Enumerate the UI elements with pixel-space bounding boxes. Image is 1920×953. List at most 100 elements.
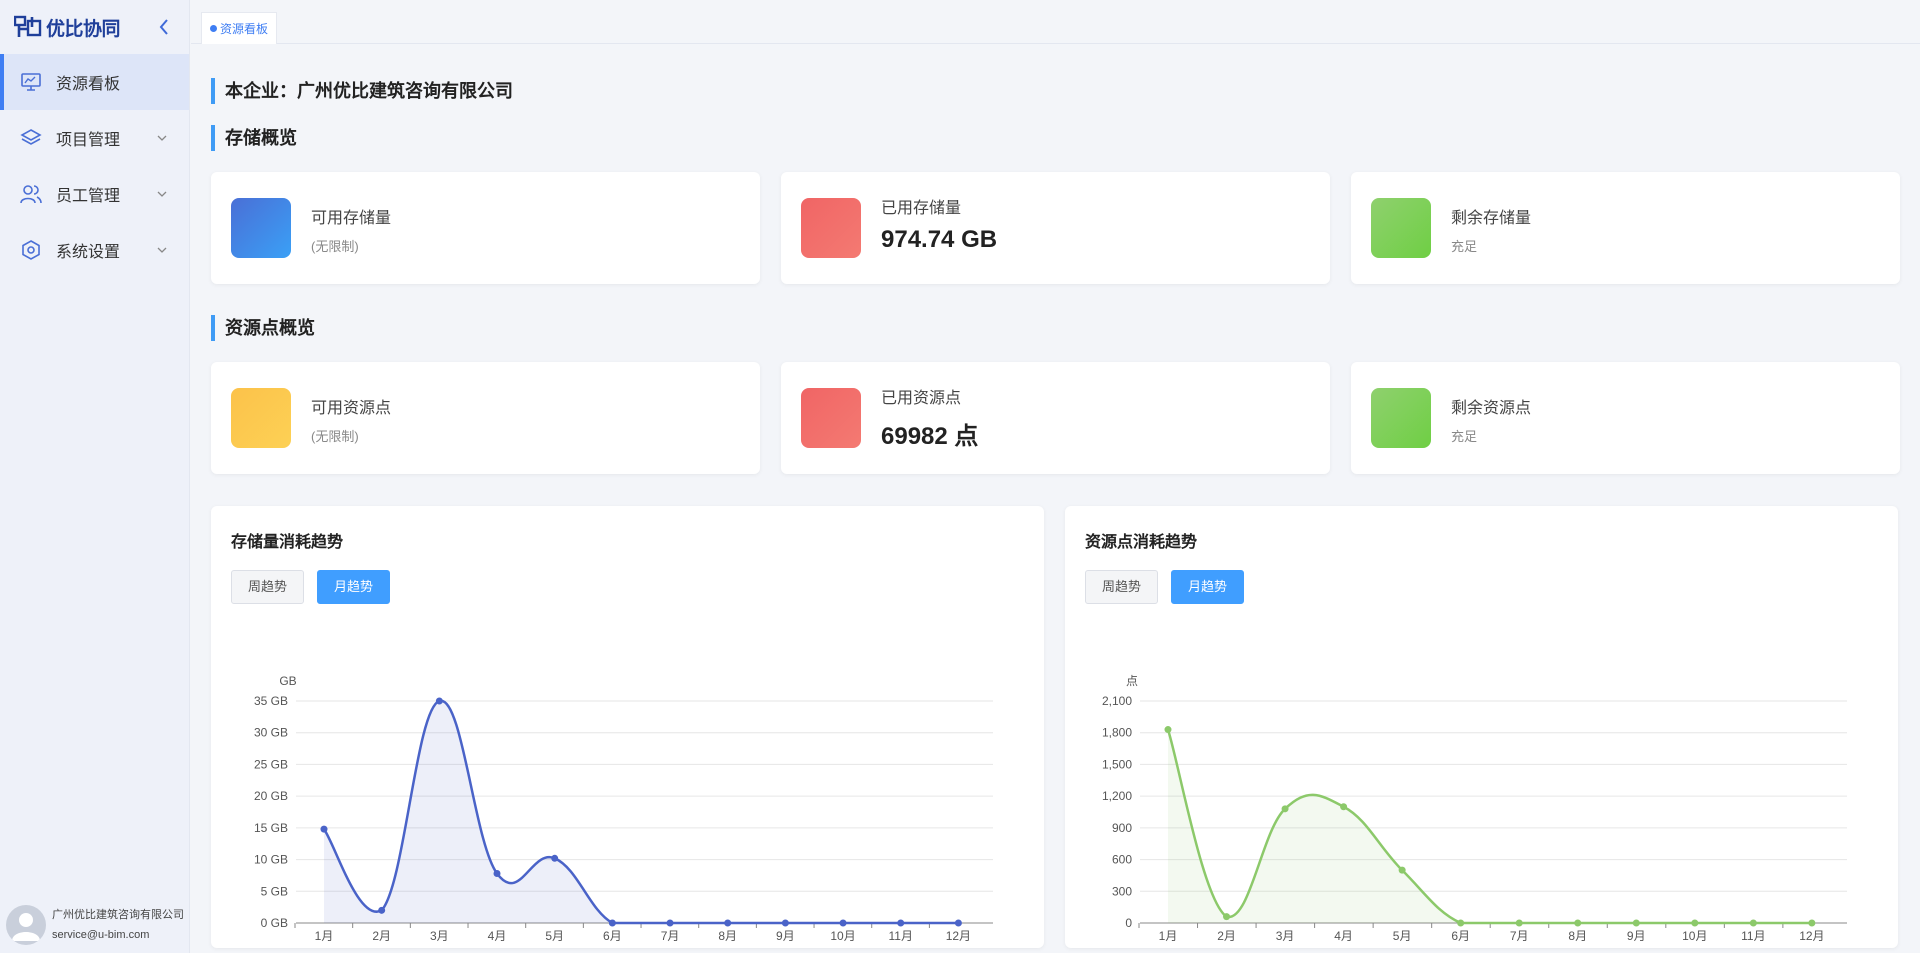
y-tick-label: 20 GB bbox=[254, 789, 288, 803]
available-resource-card: 可用资源点 (无限制) bbox=[211, 362, 760, 474]
user-info: 广州优比建筑咨询有限公司 service@u-bim.com bbox=[52, 905, 184, 945]
y-tick-label: 600 bbox=[1112, 853, 1132, 867]
card-sub: (无限制) bbox=[311, 239, 359, 254]
data-point[interactable] bbox=[1164, 726, 1172, 734]
y-tick-label: 25 GB bbox=[254, 757, 288, 771]
x-tick-label: 5月 bbox=[545, 929, 564, 943]
sidebar-item-resource-board[interactable]: 资源看板 bbox=[0, 54, 189, 110]
chart-title: 资源点消耗趋势 bbox=[1085, 534, 1198, 551]
y-tick-label: 5 GB bbox=[261, 884, 288, 898]
card-label: 可用资源点 bbox=[311, 400, 392, 417]
data-point[interactable] bbox=[1398, 866, 1406, 874]
resource-remaining-icon bbox=[1371, 388, 1431, 448]
data-point[interactable] bbox=[1691, 919, 1699, 927]
user-email: service@u-bim.com bbox=[52, 929, 150, 941]
sidebar-item-label: 系统设置 bbox=[56, 244, 121, 261]
data-point[interactable] bbox=[897, 919, 905, 927]
storage-trend-chart: GB 0 GB 5 GB 10 GB 15 GB 20 GB 25 GB 30 GB 35 GB… bbox=[254, 674, 993, 943]
logo-mark-icon bbox=[14, 15, 42, 37]
card-value: 69982 点 bbox=[881, 423, 979, 450]
x-tick-label: 11月 bbox=[888, 929, 912, 943]
resource-trend-card: 资源点消耗趋势 周趋势 月趋势 点 0 300 600 900 1,200 1,500 1,8… bbox=[1065, 506, 1898, 948]
week-trend-button[interactable]: 周趋势 bbox=[231, 570, 305, 604]
week-trend-button[interactable]: 周趋势 bbox=[1085, 570, 1159, 604]
sidebar-item-system-settings[interactable]: 系统设置 bbox=[0, 222, 189, 278]
month-trend-button[interactable]: 月趋势 bbox=[1171, 570, 1245, 604]
data-point[interactable] bbox=[1457, 919, 1465, 927]
card-value: 974.74 GB bbox=[881, 226, 998, 253]
data-point[interactable] bbox=[493, 870, 501, 878]
y-tick-label: 2,100 bbox=[1102, 694, 1132, 708]
data-point[interactable] bbox=[320, 825, 328, 833]
resource-available-icon bbox=[231, 388, 291, 448]
data-point[interactable] bbox=[1808, 919, 1816, 927]
available-storage-card: 可用存储量 (无限制) bbox=[211, 172, 760, 284]
sidebar-item-project-management[interactable]: 项目管理 bbox=[0, 110, 189, 166]
sidebar-item-staff-management[interactable]: 员工管理 bbox=[0, 166, 189, 222]
layers-icon bbox=[20, 127, 42, 149]
data-point[interactable] bbox=[954, 919, 962, 927]
data-point[interactable] bbox=[435, 697, 443, 705]
used-resource-card: 已用资源点 69982 点 bbox=[781, 362, 1330, 474]
data-point[interactable] bbox=[1340, 803, 1348, 811]
data-point[interactable] bbox=[1749, 919, 1757, 927]
x-tick-label: 2月 bbox=[372, 929, 391, 943]
x-tick-label: 12月 bbox=[946, 929, 971, 943]
x-tick-label: 1月 bbox=[1159, 929, 1178, 943]
data-point[interactable] bbox=[551, 854, 559, 862]
x-tick-label: 12月 bbox=[1799, 929, 1824, 943]
y-tick-label: 1,500 bbox=[1102, 757, 1132, 771]
data-point[interactable] bbox=[1223, 913, 1231, 921]
user-block[interactable]: 广州优比建筑咨询有限公司 service@u-bim.com bbox=[0, 897, 190, 953]
y-tick-label: 10 GB bbox=[254, 853, 288, 867]
data-point[interactable] bbox=[1632, 919, 1640, 927]
y-tick-label: 0 GB bbox=[261, 916, 288, 930]
data-point[interactable] bbox=[839, 919, 847, 927]
chart-title: 存储量消耗趋势 bbox=[231, 534, 344, 551]
data-point[interactable] bbox=[1281, 805, 1289, 813]
sidebar-item-label: 资源看板 bbox=[56, 76, 121, 93]
x-tick-label: 4月 bbox=[1334, 929, 1353, 943]
enterprise-title: 本企业：广州优比建筑咨询有限公司 bbox=[211, 78, 513, 104]
x-tick-label: 10月 bbox=[830, 929, 855, 943]
x-tick-label: 9月 bbox=[1627, 929, 1646, 943]
series-area bbox=[1168, 729, 1812, 923]
y-tick-label: 0 bbox=[1125, 916, 1132, 930]
resource-used-icon bbox=[801, 388, 861, 448]
settings-hexagon-icon bbox=[20, 239, 42, 261]
tab-label: 资源看板 bbox=[220, 22, 269, 36]
remaining-resource-card: 剩余资源点 充足 bbox=[1351, 362, 1900, 474]
collapse-sidebar-icon[interactable] bbox=[156, 17, 172, 37]
x-tick-label: 7月 bbox=[1510, 929, 1529, 943]
data-point[interactable] bbox=[1574, 919, 1582, 927]
x-tick-label: 8月 bbox=[1568, 929, 1587, 943]
series-area bbox=[324, 700, 959, 923]
y-tick-label: 35 GB bbox=[254, 694, 288, 708]
data-point[interactable] bbox=[666, 919, 674, 927]
data-point[interactable] bbox=[724, 919, 732, 927]
resource-trend-chart: 点 0 300 600 900 1,200 1,500 1,800 2,100 1月 2月 3月 4月 5… bbox=[1102, 674, 1847, 943]
storage-available-icon bbox=[231, 198, 291, 258]
y-unit-label: GB bbox=[279, 674, 296, 688]
data-point[interactable] bbox=[1515, 919, 1523, 927]
logo-text: 优比协同 bbox=[46, 18, 121, 40]
x-tick-label: 3月 bbox=[1276, 929, 1295, 943]
sidebar-item-label: 项目管理 bbox=[56, 132, 121, 149]
chevron-down-icon bbox=[157, 135, 167, 141]
data-point[interactable] bbox=[608, 919, 616, 927]
chevron-down-icon bbox=[157, 247, 167, 253]
storage-trend-card: 存储量消耗趋势 周趋势 月趋势 GB 0 GB 5 GB 10 GB 15 GB 20 G… bbox=[211, 506, 1044, 948]
resource-overview-title: 资源点概览 bbox=[211, 315, 315, 341]
x-tick-label: 3月 bbox=[430, 929, 449, 943]
x-tick-label: 1月 bbox=[315, 929, 334, 943]
tab-resource-board[interactable]: 资源看板 bbox=[201, 12, 278, 44]
y-tick-label: 300 bbox=[1112, 884, 1132, 898]
y-tick-label: 15 GB bbox=[254, 821, 288, 835]
monitor-icon bbox=[20, 71, 42, 93]
tab-bar: 资源看板 bbox=[191, 0, 1920, 44]
avatar[interactable] bbox=[6, 905, 46, 945]
data-point[interactable] bbox=[378, 906, 386, 914]
data-point[interactable] bbox=[781, 919, 789, 927]
users-icon bbox=[20, 183, 42, 205]
month-trend-button[interactable]: 月趋势 bbox=[317, 570, 391, 604]
